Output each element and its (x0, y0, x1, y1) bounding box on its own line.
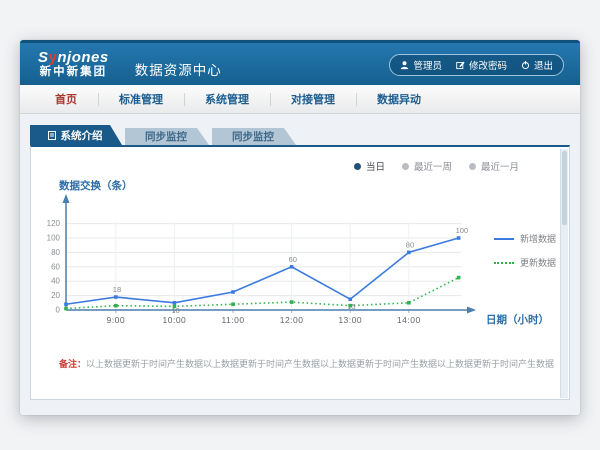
svg-text:11:00: 11:00 (221, 315, 244, 325)
footer-note: 备注：以上数据更新于时间产生数据以上数据更新于时间产生数据以上数据更新于时间产生… (59, 357, 554, 370)
nav-item-integration-mgmt[interactable]: 对接管理 (270, 85, 356, 113)
edit-icon (456, 60, 465, 70)
panel-scrollbar[interactable] (560, 149, 568, 398)
power-icon (521, 60, 530, 70)
app-window: Synjones 新中新集团 数据资源中心 管理员 修改密码 退出 (20, 40, 580, 415)
x-axis-title: 日期（小时） (486, 312, 549, 327)
svg-text:18: 18 (113, 285, 121, 294)
nav-item-system-mgmt[interactable]: 系统管理 (184, 85, 270, 113)
user-icon (400, 60, 409, 70)
tab-sync-monitor-1[interactable]: 同步监控 (125, 128, 209, 145)
app-title: 数据资源中心 (135, 59, 222, 79)
radio-unselected-icon (402, 163, 409, 170)
radio-selected-icon (354, 163, 361, 170)
user-menu: 管理员 修改密码 退出 (389, 54, 564, 76)
main-nav: 首页 标准管理 系统管理 对接管理 数据异动 (20, 85, 580, 114)
company-logo: Synjones 新中新集团 (38, 50, 109, 78)
svg-text:120: 120 (47, 219, 61, 228)
tab-sync-monitor-2[interactable]: 同步监控 (212, 128, 296, 145)
nav-item-home[interactable]: 首页 (34, 85, 98, 113)
note-prefix: 备注： (59, 359, 86, 369)
svg-text:20: 20 (51, 291, 60, 300)
svg-text:40: 40 (51, 277, 60, 286)
svg-text:9:00: 9:00 (107, 315, 126, 325)
desktop-background: Synjones 新中新集团 数据资源中心 管理员 修改密码 退出 (0, 0, 600, 450)
logo-company-name: 新中新集团 (38, 66, 109, 78)
nav-item-standard-mgmt[interactable]: 标准管理 (98, 85, 184, 113)
note-text: 以上数据更新于时间产生数据以上数据更新于时间产生数据以上数据更新于时间产生数据以… (86, 359, 554, 369)
time-range-filter: 当日 最近一周 最近一月 (354, 159, 519, 173)
svg-text:80: 80 (51, 248, 60, 257)
svg-text:12:00: 12:00 (280, 315, 304, 325)
svg-text:14:00: 14:00 (397, 315, 421, 325)
svg-text:0: 0 (56, 306, 61, 315)
svg-text:60: 60 (51, 262, 60, 271)
user-menu-admin[interactable]: 管理员 (400, 58, 442, 72)
logout-button[interactable]: 退出 (521, 58, 553, 72)
nav-item-data-change[interactable]: 数据异动 (356, 85, 442, 113)
filter-last-week[interactable]: 最近一周 (402, 159, 452, 173)
solid-line-icon (494, 238, 514, 240)
scrollbar-thumb[interactable] (562, 151, 567, 225)
logo-wordmark: Synjones (38, 50, 109, 66)
content-panel: 当日 最近一周 最近一月 数据交换（条） 0204060801001209:00… (30, 145, 570, 400)
filter-last-month[interactable]: 最近一月 (469, 159, 519, 173)
filter-today[interactable]: 当日 (354, 159, 385, 173)
tab-system-intro[interactable]: 系统介绍 (30, 125, 122, 145)
svg-text:13:00: 13:00 (338, 315, 362, 325)
document-icon (48, 131, 56, 140)
app-header: Synjones 新中新集团 数据资源中心 管理员 修改密码 退出 (20, 40, 580, 85)
svg-text:80: 80 (406, 240, 414, 249)
svg-text:100: 100 (456, 226, 469, 235)
svg-text:60: 60 (289, 255, 297, 264)
dotted-line-icon (494, 262, 514, 264)
legend-updated-data: 更新数据 (494, 256, 556, 269)
chart-legend: 新增数据 更新数据 (494, 232, 556, 269)
change-password-button[interactable]: 修改密码 (456, 58, 507, 72)
chart-svg: 0 20 40 60 80 100 120 9:00 10:00 11:00 12:00 13:00 1… (39, 187, 489, 332)
svg-text:10:00: 10:00 (163, 315, 187, 325)
svg-text:100: 100 (47, 234, 61, 243)
radio-unselected-icon (469, 163, 476, 170)
legend-new-data: 新增数据 (494, 232, 556, 245)
tab-bar: 系统介绍 同步监控 同步监控 (30, 125, 296, 145)
